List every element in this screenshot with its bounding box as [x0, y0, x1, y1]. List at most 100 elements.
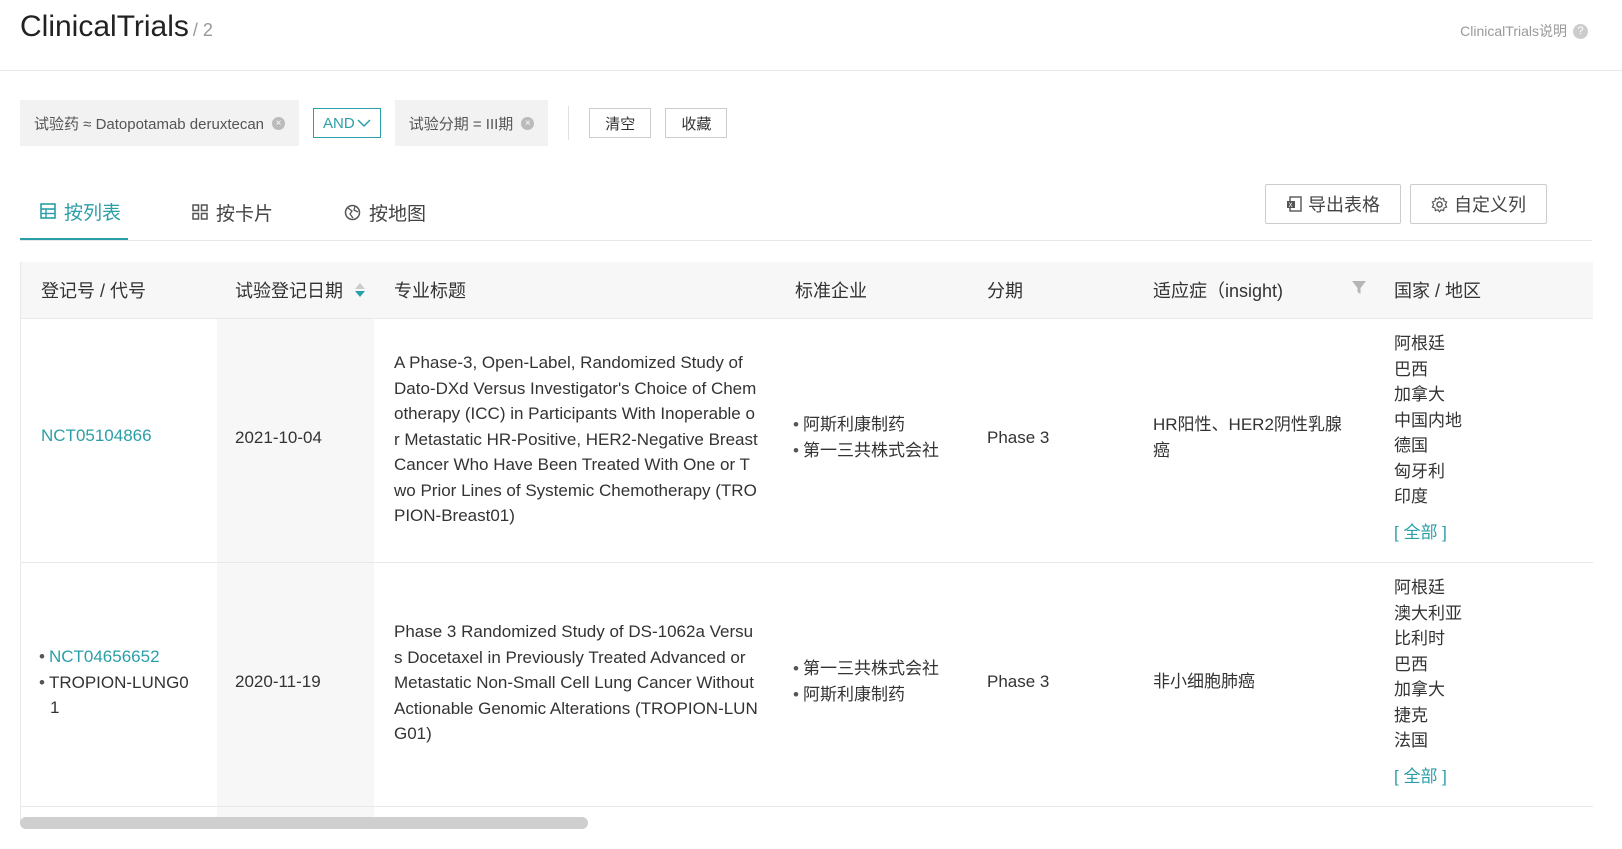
- export-table-button[interactable]: X 导出表格: [1265, 184, 1401, 224]
- company-item: 第一三共株式会社: [793, 656, 939, 682]
- customize-columns-button[interactable]: 自定义列: [1410, 184, 1547, 224]
- tab-list[interactable]: 按列表: [20, 184, 128, 240]
- country-item: 比利时: [1394, 629, 1445, 648]
- company-item: 阿斯利康制药: [793, 682, 939, 708]
- table-header: 登记号 / 代号 试验登记日期 专业标题 标准企业 分期 适应症（insight…: [21, 262, 1593, 319]
- help-circle-icon: ?: [1573, 23, 1588, 39]
- trial-id-link[interactable]: NCT05104866: [41, 423, 152, 449]
- trial-title-line: A Phase-3, Open-Label, Randomized Study …: [394, 353, 743, 372]
- country-item: 中国内地: [1394, 410, 1462, 430]
- filter-chip-phase[interactable]: 试验分期 = III期 ×: [394, 100, 549, 146]
- indication: HR阳性、HER2阴性乳腺 癌: [1153, 412, 1342, 463]
- show-all-countries-link[interactable]: [ 全部 ]: [1394, 520, 1462, 546]
- gear-icon: [1431, 195, 1448, 213]
- excel-export-icon: X: [1287, 196, 1302, 212]
- filter-chip-drug[interactable]: 试验药 ≈ Datopotamab deruxtecan ×: [20, 100, 300, 146]
- trial-title-line: PION-Breast01): [394, 506, 515, 525]
- trials-table: 登记号 / 代号 试验登记日期 专业标题 标准企业 分期 适应症（insight…: [20, 262, 1593, 822]
- country-item: 阿根廷: [1394, 578, 1445, 597]
- tab-card[interactable]: 按卡片: [192, 184, 273, 240]
- country-list: 阿根廷 澳大利亚 比利时 巴西 加拿大 捷克 法国 [ 全部 ]: [1394, 575, 1462, 789]
- table-row: NCT05104866 2021-10-04 A Phase-3, Open-L…: [21, 318, 1593, 563]
- trial-title-line: Actionable Genomic Alterations (TROPION-…: [394, 698, 758, 718]
- page-title: ClinicalTrials/ 2: [20, 10, 213, 44]
- company-item: 阿斯利康制药: [793, 412, 939, 438]
- trial-title-line: s Docetaxel in Previously Treated Advanc…: [394, 647, 746, 667]
- trial-title-line: otherapy (ICC) in Participants With Inop…: [394, 404, 755, 423]
- country-item: 法国: [1394, 731, 1428, 750]
- divider: [568, 106, 570, 140]
- column-header-date-label: 试验登记日期: [235, 281, 343, 301]
- help-label: ClinicalTrials说明: [1460, 23, 1567, 39]
- filter-funnel-icon[interactable]: [1352, 281, 1366, 295]
- trial-title-line: Phase 3 Randomized Study of DS-1062a Ver…: [394, 622, 754, 641]
- indication-line: 癌: [1153, 440, 1170, 460]
- filter-bar: 试验药 ≈ Datopotamab deruxtecan × AND 试验分期 …: [20, 100, 741, 146]
- table-icon: [40, 203, 56, 219]
- indication-line: HR阳性、HER2阴性乳腺: [1153, 415, 1342, 434]
- column-header-id: 登记号 / 代号: [41, 281, 147, 301]
- customize-columns-label: 自定义列: [1454, 195, 1526, 215]
- country-list: 阿根廷 巴西 加拿大 中国内地 德国 匈牙利 印度 [ 全部 ]: [1394, 331, 1462, 545]
- close-circle-icon[interactable]: ×: [272, 116, 286, 130]
- phase-value: Phase 3: [987, 672, 1050, 691]
- column-header-phase: 分期: [987, 281, 1023, 301]
- tab-map-label: 按地图: [369, 203, 427, 225]
- export-table-label: 导出表格: [1308, 195, 1380, 215]
- trial-title-line: Cancer Who Have Been Treated With One or…: [394, 455, 750, 474]
- horizontal-scrollbar[interactable]: [20, 817, 588, 829]
- trial-id-item: NCT04656652: [39, 644, 219, 670]
- indication-line: 非小细胞肺癌: [1153, 672, 1255, 691]
- trial-title-line: wo Prior Lines of Systemic Chemotherapy …: [394, 480, 757, 500]
- trial-id-link[interactable]: NCT04656652: [49, 647, 160, 666]
- trial-title-line: G01): [394, 724, 432, 743]
- column-header-title: 专业标题: [394, 281, 466, 301]
- column-header-company: 标准企业: [795, 281, 867, 301]
- show-all-countries-link[interactable]: [ 全部 ]: [1394, 764, 1462, 790]
- clear-button[interactable]: 清空: [589, 108, 652, 138]
- help-link[interactable]: ClinicalTrials说明 ?: [1460, 21, 1588, 41]
- trial-title-line: Metastatic Non-Small Cell Lung Cancer Wi…: [394, 673, 754, 692]
- filter-chip-drug-label: 试验药 ≈ Datopotamab deruxtecan: [34, 115, 265, 133]
- country-item: 匈牙利: [1394, 461, 1445, 481]
- country-item: 巴西: [1394, 654, 1428, 674]
- logic-operator-label: AND: [323, 114, 355, 132]
- tab-list-label: 按列表: [64, 202, 122, 224]
- trial-title-line: Dato-DXd Versus Investigator's Choice of…: [394, 378, 757, 398]
- trial-alias-item-cont: 1: [50, 698, 60, 717]
- phase-value: Phase 3: [987, 428, 1050, 447]
- column-header-date[interactable]: 试验登记日期: [235, 262, 365, 318]
- country-item: 澳大利亚: [1394, 603, 1462, 623]
- save-button[interactable]: 收藏: [665, 108, 728, 138]
- country-item: 巴西: [1394, 359, 1428, 379]
- tab-map[interactable]: 按地图: [344, 184, 426, 240]
- svg-text:X: X: [1289, 202, 1293, 209]
- company-list: 第一三共株式会社 阿斯利康制药: [793, 656, 939, 707]
- indication: 非小细胞肺癌: [1153, 669, 1255, 695]
- page-header: ClinicalTrials/ 2 ClinicalTrials说明 ?: [0, 0, 1622, 71]
- close-circle-icon[interactable]: ×: [521, 116, 535, 130]
- registration-date: 2021-10-04: [235, 428, 322, 447]
- result-count: / 2: [192, 20, 213, 40]
- registration-date: 2020-11-19: [235, 672, 321, 691]
- globe-icon: [344, 204, 361, 220]
- view-tabs: 按列表 按卡片 按地图 X 导出表格 自定义列: [20, 184, 1592, 241]
- column-header-indication: 适应症（insight): [1153, 281, 1284, 301]
- sort-icon[interactable]: [355, 283, 365, 297]
- country-item: 加拿大: [1394, 680, 1445, 699]
- trial-title: Phase 3 Randomized Study of DS-1062a Ver…: [394, 619, 769, 747]
- filter-chip-phase-label: 试验分期 = III期: [408, 115, 514, 133]
- country-item: 捷克: [1394, 705, 1428, 725]
- country-item: 德国: [1394, 436, 1428, 455]
- page-title-text: ClinicalTrials: [20, 10, 189, 43]
- company-item: 第一三共株式会社: [793, 438, 939, 464]
- table-row: NCT04656652 TROPION-LUNG0 1 2020-11-19 P…: [21, 562, 1593, 807]
- country-item: 加拿大: [1394, 385, 1445, 404]
- trial-title: A Phase-3, Open-Label, Randomized Study …: [394, 350, 769, 529]
- trial-id-list: NCT04656652 TROPION-LUNG0 1: [39, 644, 219, 721]
- column-header-country: 国家 / 地区: [1394, 281, 1482, 301]
- trial-title-line: r Metastatic HR-Positive, HER2-Negative …: [394, 429, 758, 449]
- chevron-down-icon: [357, 119, 371, 128]
- country-item: 阿根廷: [1394, 334, 1445, 353]
- logic-operator-select[interactable]: AND: [313, 108, 381, 138]
